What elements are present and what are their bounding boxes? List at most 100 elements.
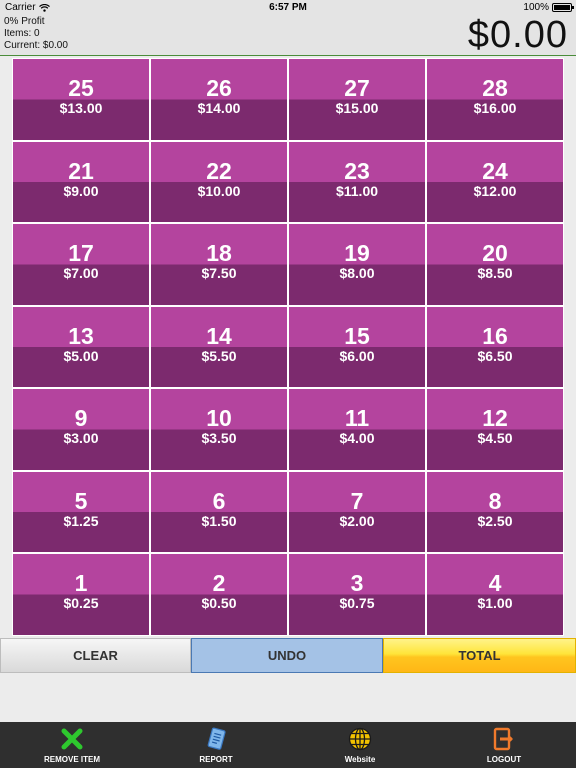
tile-price: $11.00 (335, 182, 379, 199)
tile-price: $0.25 (63, 595, 99, 611)
price-tile[interactable]: 13 $5.00 (12, 305, 150, 388)
price-tile[interactable]: 3 $0.75 (288, 553, 426, 636)
tile-number: 6 (212, 487, 226, 514)
price-tile[interactable]: 16 $6.50 (426, 305, 564, 388)
tile-number: 8 (488, 487, 502, 514)
tile-price: $2.00 (339, 512, 375, 529)
tile-number: 27 (344, 75, 370, 101)
remove-item-button[interactable]: REMOVE ITEM (0, 722, 144, 768)
price-tile[interactable]: 25 $13.00 (12, 58, 150, 141)
website-button[interactable]: Website (288, 722, 432, 768)
total-button[interactable]: TOTAL (383, 638, 576, 673)
undo-button[interactable]: UNDO (191, 638, 383, 673)
tile-number: 2 (212, 570, 226, 596)
tile-price: $14.00 (197, 100, 241, 116)
summary-info: 0% Profit Items: 0 Current: $0.00 (4, 16, 68, 52)
status-time: 6:57 PM (269, 2, 307, 13)
document-icon (203, 726, 229, 752)
price-grid: 25 $13.00 26 $14.00 27 $15.00 28 $16.00 21 $9… (12, 58, 564, 636)
logout-label: LOGOUT (486, 755, 522, 764)
tile-number: 28 (482, 75, 508, 101)
tile-number: 24 (482, 157, 508, 184)
tile-price: $8.50 (477, 265, 513, 281)
tile-price: $4.50 (477, 430, 513, 446)
price-tile[interactable]: 19 $8.00 (288, 223, 426, 306)
tile-price: $0.50 (201, 595, 237, 611)
tile-number: 22 (206, 157, 232, 184)
price-tile[interactable]: 14 $5.50 (150, 305, 288, 388)
profit-label: 0% Profit (4, 16, 45, 27)
price-tile[interactable]: 7 $2.00 (288, 470, 426, 553)
tile-number: 16 (482, 322, 508, 349)
tile-price: $7.00 (63, 265, 99, 281)
report-label: REPORT (199, 755, 233, 764)
price-tile[interactable]: 15 $6.00 (288, 305, 426, 388)
tile-price: $6.50 (477, 347, 513, 364)
remove-item-label: REMOVE ITEM (43, 755, 100, 764)
price-tile[interactable]: 28 $16.00 (426, 58, 564, 141)
tile-price: $1.00 (477, 595, 513, 611)
tile-price: $16.00 (473, 100, 517, 116)
summary-header: 0% Profit Items: 0 Current: $0.00 $0.00 (0, 14, 576, 56)
tile-number: 13 (68, 322, 94, 349)
tile-number: 19 (344, 240, 370, 266)
price-tile[interactable]: 17 $7.00 (12, 223, 150, 306)
battery-percent: 100% (523, 2, 549, 13)
tile-price: $5.00 (63, 347, 99, 364)
tile-price: $1.50 (201, 512, 237, 529)
tile-number: 25 (68, 75, 94, 101)
tile-number: 17 (68, 240, 94, 266)
price-tile[interactable]: 11 $4.00 (288, 388, 426, 471)
price-tile[interactable]: 8 $2.50 (426, 470, 564, 553)
price-tile[interactable]: 24 $12.00 (426, 140, 564, 223)
price-tile[interactable]: 26 $14.00 (150, 58, 288, 141)
tile-price: $2.50 (477, 512, 513, 529)
price-tile[interactable]: 12 $4.50 (426, 388, 564, 471)
tile-number: 10 (206, 405, 232, 431)
price-tile[interactable]: 20 $8.50 (426, 223, 564, 306)
tile-number: 18 (206, 240, 232, 266)
tile-price: $15.00 (335, 100, 379, 116)
logout-button[interactable]: LOGOUT (432, 722, 576, 768)
tile-price: $3.50 (201, 430, 237, 446)
price-tile[interactable]: 27 $15.00 (288, 58, 426, 141)
price-tile[interactable]: 1 $0.25 (12, 553, 150, 636)
current-amount: Current: $0.00 (4, 40, 68, 51)
tile-number: 5 (74, 487, 88, 514)
tile-price: $13.00 (59, 100, 103, 116)
total-display: $0.00 (467, 14, 568, 56)
tile-number: 11 (344, 405, 370, 431)
price-tile[interactable]: 2 $0.50 (150, 553, 288, 636)
tile-price: $9.00 (63, 182, 99, 199)
price-tile[interactable]: 21 $9.00 (12, 140, 150, 223)
price-tile[interactable]: 5 $1.25 (12, 470, 150, 553)
price-tile[interactable]: 6 $1.50 (150, 470, 288, 553)
report-button[interactable]: REPORT (144, 722, 288, 768)
close-x-icon (59, 726, 85, 752)
tile-number: 20 (482, 240, 508, 266)
tile-number: 12 (482, 405, 508, 431)
price-tile[interactable]: 23 $11.00 (288, 140, 426, 223)
tile-number: 3 (350, 570, 364, 596)
tile-number: 7 (350, 487, 364, 514)
price-tile[interactable]: 10 $3.50 (150, 388, 288, 471)
price-tile[interactable]: 4 $1.00 (426, 553, 564, 636)
tile-number: 15 (344, 322, 370, 349)
tile-number: 21 (68, 157, 94, 184)
action-bar: CLEAR UNDO TOTAL (0, 638, 576, 673)
bottom-toolbar: REMOVE ITEM REPORT Website LOGOUT (0, 722, 576, 768)
price-tile[interactable]: 22 $10.00 (150, 140, 288, 223)
tile-price: $6.00 (339, 347, 375, 364)
clear-button[interactable]: CLEAR (0, 638, 191, 673)
battery-icon (552, 3, 574, 12)
globe-icon (347, 726, 373, 752)
price-tile[interactable]: 9 $3.00 (12, 388, 150, 471)
tile-price: $12.00 (473, 182, 517, 199)
price-tile[interactable]: 18 $7.50 (150, 223, 288, 306)
logout-icon (491, 726, 517, 752)
tile-price: $4.00 (339, 430, 375, 446)
tile-number: 26 (206, 75, 232, 101)
tile-number: 23 (344, 157, 370, 184)
tile-number: 1 (74, 570, 88, 596)
tile-number: 14 (206, 322, 232, 349)
